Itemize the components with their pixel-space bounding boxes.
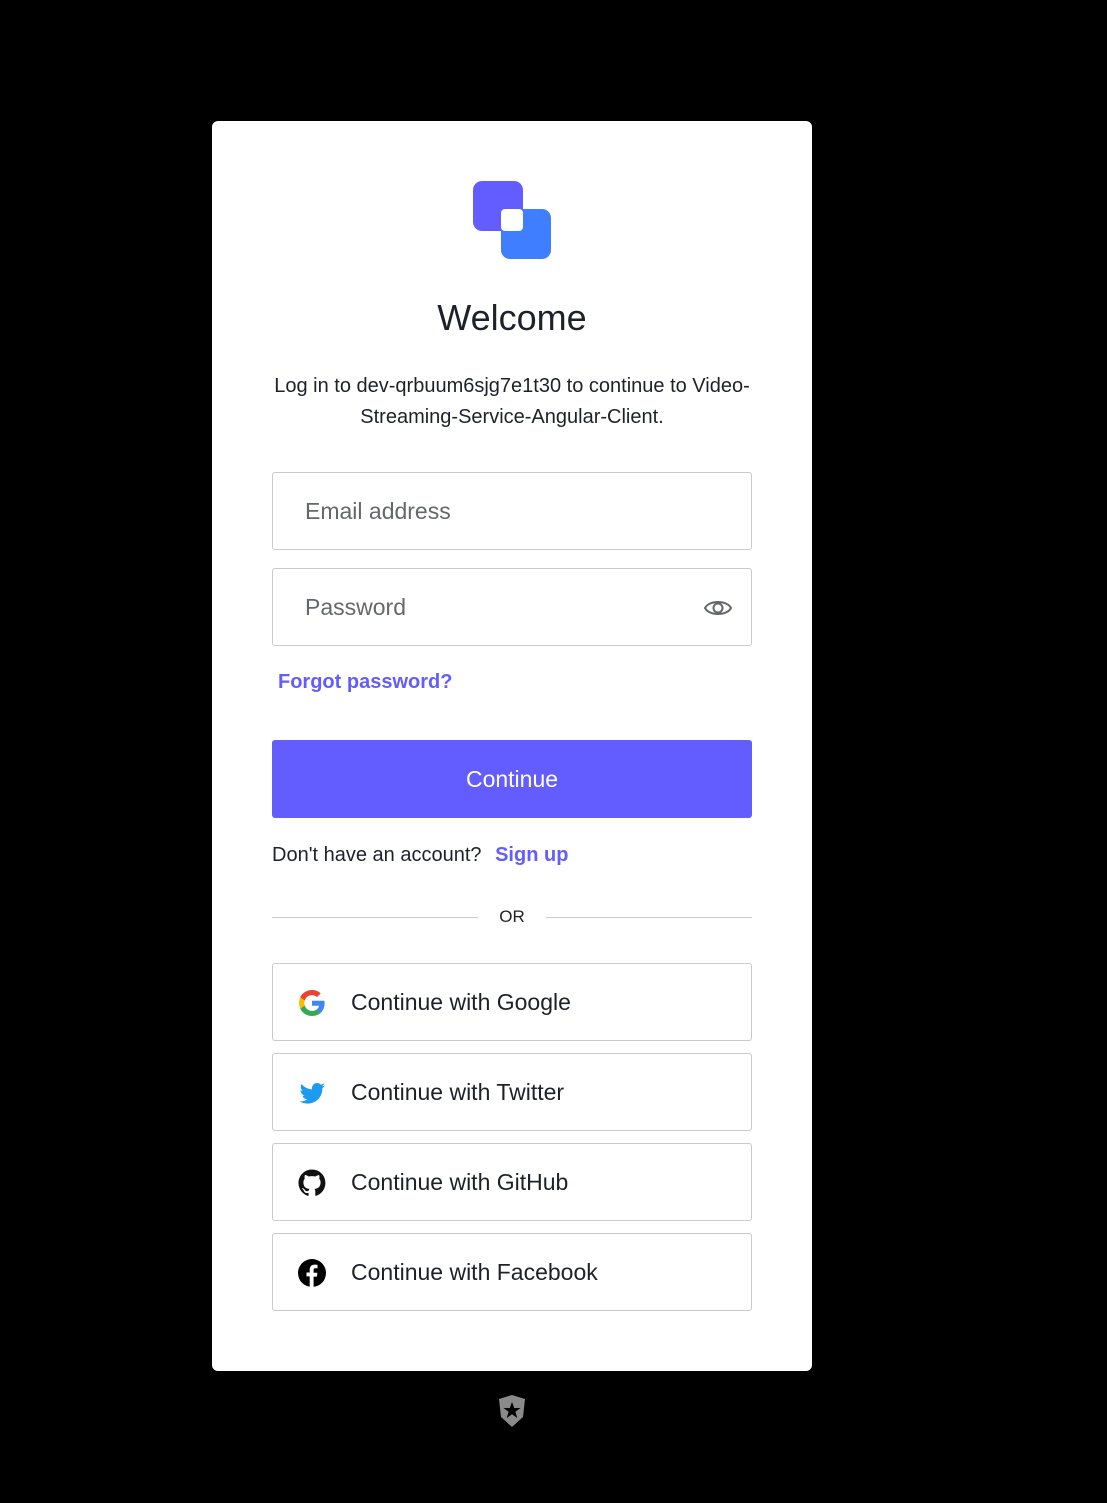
continue-with-github-button[interactable]: Continue with GitHub [272,1143,752,1221]
facebook-icon [298,1259,326,1287]
divider-line-right [546,917,752,918]
app-logo-icon [473,181,551,259]
continue-button[interactable]: Continue [272,740,752,818]
github-label: Continue with GitHub [351,1169,569,1195]
email-input[interactable] [305,473,695,549]
page-subtitle: Log in to dev-qrbuum6sjg7e1t30 to contin… [274,375,750,428]
login-card: Welcome Log in to dev-qrbuum6sjg7e1t30 t… [212,121,812,1371]
continue-with-google-button[interactable]: Continue with Google [272,963,752,1041]
eye-icon[interactable] [703,595,733,621]
signup-link[interactable]: Sign up [495,844,568,866]
twitter-label: Continue with Twitter [351,1079,565,1105]
twitter-icon [299,1083,325,1104]
password-input[interactable] [305,569,695,645]
signup-row: Don't have an account? Sign up [272,841,568,869]
facebook-label: Continue with Facebook [351,1259,598,1285]
page-title: Welcome [437,297,587,338]
forgot-password-link[interactable]: Forgot password? [278,671,452,694]
email-field[interactable] [272,472,752,550]
password-field[interactable] [272,568,752,646]
github-icon [298,1169,326,1196]
auth0-shield-icon [499,1395,525,1427]
continue-with-twitter-button[interactable]: Continue with Twitter [272,1053,752,1131]
google-label: Continue with Google [351,989,571,1015]
google-icon [299,990,325,1016]
signup-prompt: Don't have an account? [272,844,482,866]
continue-with-facebook-button[interactable]: Continue with Facebook [272,1233,752,1311]
or-divider: OR [272,905,752,929]
